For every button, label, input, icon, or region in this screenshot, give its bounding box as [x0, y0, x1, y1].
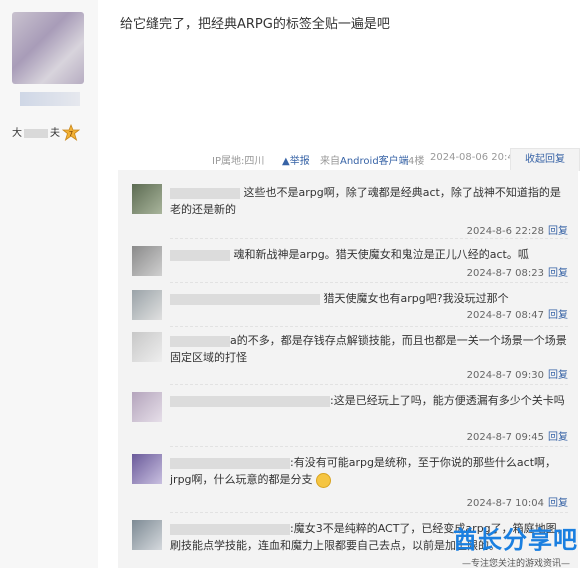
user-tag	[20, 92, 80, 106]
floor-number: 4楼	[408, 156, 425, 167]
reply-item: a的不多，都是存钱存点解锁技能，而且也都是一关一个场景一个场景固定区域的打怪 2…	[126, 328, 574, 386]
username-suffix: 夫	[50, 128, 60, 139]
username-mosaic[interactable]	[170, 249, 230, 261]
reply-time: 2024-8-7 09:45 回复	[466, 432, 568, 443]
username-mosaic[interactable]	[170, 457, 290, 469]
reply-item: 这些也不是arpg啊，除了魂都是经典act，除了战神不知道指的是老的还是新的 2…	[126, 180, 574, 239]
reply-time: 2024-8-6 22:28 回复	[466, 226, 568, 237]
reply-button[interactable]: 回复	[548, 498, 568, 509]
client-info: 来自Android客户端	[320, 156, 409, 167]
reply-item: :有没有可能arpg是统称，至于你说的那些什么act啊，jrpg啊，什么玩意的都…	[126, 450, 574, 513]
reply-text: 猎天使魔女也有arpg吧?我没玩过那个	[170, 290, 568, 307]
username-mosaic[interactable]	[170, 187, 240, 199]
watermark: 酋长分享吧 —专注您关注的游戏资讯—	[412, 520, 584, 569]
divider	[170, 238, 568, 239]
reply-button[interactable]: 回复	[548, 370, 568, 381]
reply-avatar[interactable]	[132, 392, 162, 422]
divider	[170, 326, 568, 327]
reply-text: :有没有可能arpg是统称，至于你说的那些什么act啊，jrpg啊，什么玩意的都…	[170, 456, 557, 488]
reply-avatar[interactable]	[132, 246, 162, 276]
username-mosaic[interactable]	[170, 395, 330, 407]
post-datetime: 2024-08-06 20:43	[430, 152, 521, 163]
username-mosaic[interactable]	[170, 523, 290, 535]
reply-avatar[interactable]	[132, 332, 162, 362]
reply-time: 2024-8-7 09:30 回复	[466, 370, 568, 381]
divider	[170, 446, 568, 447]
client-link[interactable]: Android客户端	[340, 156, 409, 167]
reply-item: 魂和新战神是arpg。猎天使魔女和鬼泣是正儿八经的act。呱 2024-8-7 …	[126, 242, 574, 284]
post-content: 给它缝完了，把经典ARPG的标签全贴一遍是吧	[120, 17, 390, 32]
reply-text: 魂和新战神是arpg。猎天使魔女和鬼泣是正儿八经的act。呱	[170, 246, 568, 263]
reply-avatar[interactable]	[132, 520, 162, 550]
reply-item: :这是已经玩上了吗，能方便透漏有多少个关卡吗 2024-8-7 09:45 回复	[126, 388, 574, 447]
reply-time: 2024-8-7 10:04 回复	[466, 498, 568, 509]
reply-text: :这是已经玩上了吗，能方便透漏有多少个关卡吗	[170, 392, 568, 409]
reply-panel: 这些也不是arpg啊，除了魂都是经典act，除了战神不知道指的是老的还是新的 2…	[118, 170, 578, 568]
reply-avatar[interactable]	[132, 290, 162, 320]
user-sidebar: 大夫 7	[0, 0, 98, 568]
warning-icon: ▲	[282, 156, 290, 167]
watermark-subtitle: —专注您关注的游戏资讯—	[461, 559, 570, 569]
smile-emoji-icon	[316, 472, 332, 488]
username-mosaic[interactable]	[170, 293, 320, 305]
reply-text: 这些也不是arpg啊，除了魂都是经典act，除了战神不知道指的是老的还是新的	[170, 186, 561, 216]
username-prefix: 大	[12, 128, 22, 139]
level-badge-icon: 7	[62, 124, 80, 142]
reply-time: 2024-8-7 08:47 回复	[466, 310, 568, 321]
post-meta: IP属地:四川 ▲举报 来自Android客户端 4楼 2024-08-06 2…	[0, 148, 584, 168]
ip-location: IP属地:四川	[212, 156, 265, 167]
level-number: 7	[69, 130, 73, 138]
reply-text: a的不多，都是存钱存点解锁技能，而且也都是一关一个场景一个场景固定区域的打怪	[170, 334, 567, 364]
divider	[170, 512, 568, 513]
username-mosaic	[24, 128, 48, 138]
report-link[interactable]: ▲举报	[282, 152, 310, 167]
divider	[170, 282, 568, 283]
reply-button[interactable]: 回复	[548, 432, 568, 443]
avatar[interactable]	[12, 12, 84, 84]
reply-button[interactable]: 回复	[548, 226, 568, 237]
reply-button[interactable]: 回复	[548, 310, 568, 321]
reply-item: 猎天使魔女也有arpg吧?我没玩过那个 2024-8-7 08:47 回复	[126, 286, 574, 328]
reply-button[interactable]: 回复	[548, 268, 568, 279]
reply-avatar[interactable]	[132, 184, 162, 214]
watermark-title: 酋长分享吧	[453, 526, 578, 554]
username-mosaic[interactable]	[170, 335, 230, 347]
collapse-replies-button[interactable]: 收起回复	[510, 148, 580, 171]
reply-avatar[interactable]	[132, 454, 162, 484]
reply-time: 2024-8-7 08:23 回复	[466, 268, 568, 279]
username[interactable]: 大夫	[12, 124, 60, 139]
divider	[170, 384, 568, 385]
